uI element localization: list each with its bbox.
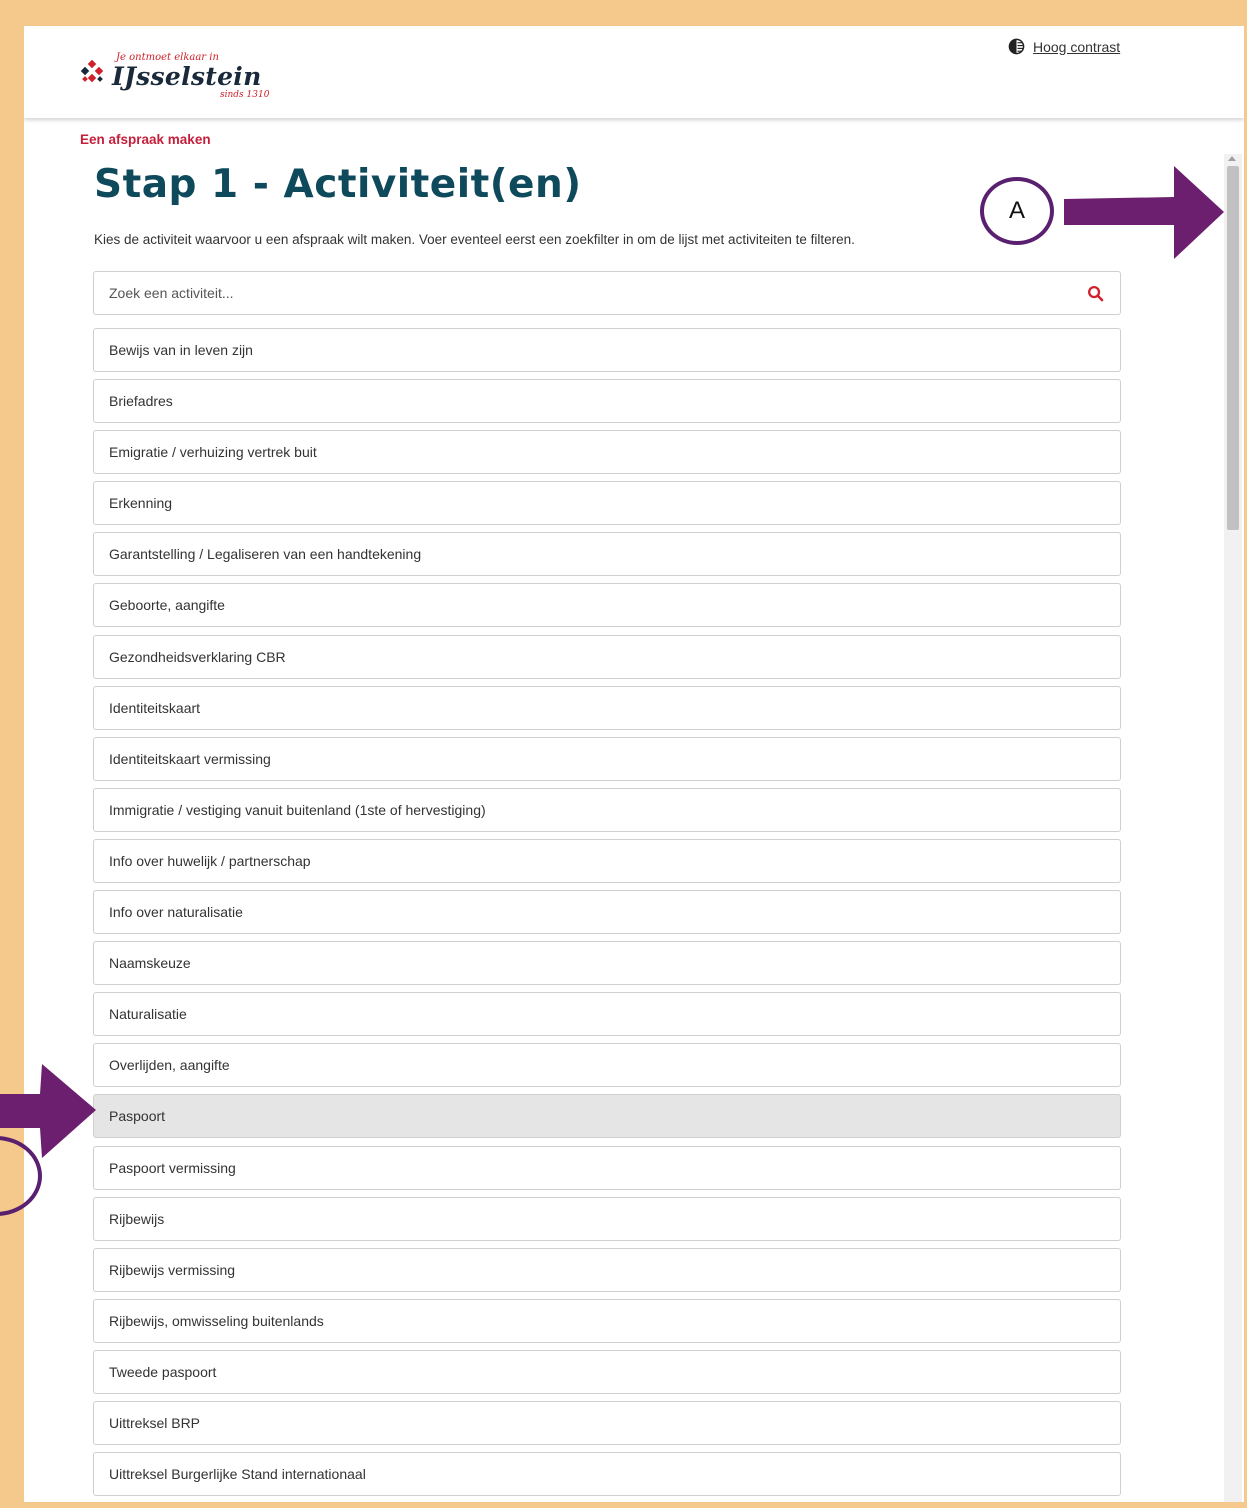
activity-item[interactable]: Briefadres: [93, 379, 1121, 424]
activity-item[interactable]: Paspoort: [93, 1094, 1121, 1139]
breadcrumb[interactable]: Een afspraak maken: [80, 132, 211, 147]
activity-item[interactable]: Erkenning: [93, 481, 1121, 526]
activity-item[interactable]: Immigratie / vestiging vanuit buitenland…: [93, 787, 1121, 832]
high-contrast-toggle[interactable]: Hoog contrast: [1008, 38, 1120, 55]
search-input[interactable]: [94, 272, 1074, 314]
activity-item[interactable]: Identiteitskaart vermissing: [93, 736, 1121, 781]
activity-item[interactable]: Identiteitskaart: [93, 685, 1121, 730]
site-header: Je ontmoet elkaar in IJsselstein sinds 1…: [24, 26, 1244, 118]
contrast-icon: [1008, 38, 1025, 55]
activity-item[interactable]: Geboorte, aangifte: [93, 583, 1121, 628]
activity-item[interactable]: Rijbewijs vermissing: [93, 1247, 1121, 1292]
scroll-up-arrow-icon[interactable]: [1228, 156, 1236, 161]
annotation-arrow-right-icon: [1064, 166, 1224, 259]
search-box: [93, 271, 1121, 315]
annotation-marker-a: A: [980, 177, 1054, 245]
activity-item[interactable]: Garantstelling / Legaliseren van een han…: [93, 532, 1121, 577]
scrollbar[interactable]: [1224, 154, 1242, 1502]
intro-text: Kies de activiteit waarvoor u een afspra…: [94, 232, 855, 247]
ijsselstein-logo[interactable]: Je ontmoet elkaar in IJsselstein sinds 1…: [80, 50, 270, 106]
logo-since: sinds 1310: [220, 90, 270, 100]
activity-item[interactable]: Emigratie / verhuizing vertrek buit: [93, 430, 1121, 475]
high-contrast-link[interactable]: Hoog contrast: [1033, 39, 1120, 55]
logo-name: IJsselstein: [112, 62, 262, 91]
activity-item[interactable]: Naamskeuze: [93, 941, 1121, 986]
search-icon[interactable]: [1087, 285, 1104, 302]
annotation-label-a: A: [1008, 197, 1025, 224]
activity-item[interactable]: Overlijden, aangifte: [93, 1043, 1121, 1088]
activity-item[interactable]: Tweede paspoort: [93, 1349, 1121, 1394]
logo-emblem-icon: [80, 60, 104, 83]
scrollbar-thumb[interactable]: [1227, 166, 1239, 530]
page-frame: Je ontmoet elkaar in IJsselstein sinds 1…: [24, 26, 1244, 1502]
activity-item[interactable]: Rijbewijs, omwisseling buitenlands: [93, 1298, 1121, 1343]
activity-item[interactable]: Uittreksel Burgerlijke Stand internation…: [93, 1452, 1121, 1497]
activity-item[interactable]: Paspoort vermissing: [93, 1145, 1121, 1190]
activity-item[interactable]: Gezondheidsverklaring CBR: [93, 634, 1121, 679]
activity-item[interactable]: Info over naturalisatie: [93, 890, 1121, 935]
page-title: Stap 1 - Activiteit(en): [94, 162, 582, 207]
activity-item[interactable]: Uittreksel BRP: [93, 1400, 1121, 1445]
activity-item[interactable]: Info over huwelijk / partnerschap: [93, 838, 1121, 883]
activity-item[interactable]: Bewijs van in leven zijn: [93, 328, 1121, 372]
activity-item[interactable]: Rijbewijs: [93, 1196, 1121, 1241]
activity-list: Bewijs van in leven zijn Briefadres Emigra…: [93, 328, 1121, 1502]
activity-item[interactable]: Naturalisatie: [93, 992, 1121, 1037]
